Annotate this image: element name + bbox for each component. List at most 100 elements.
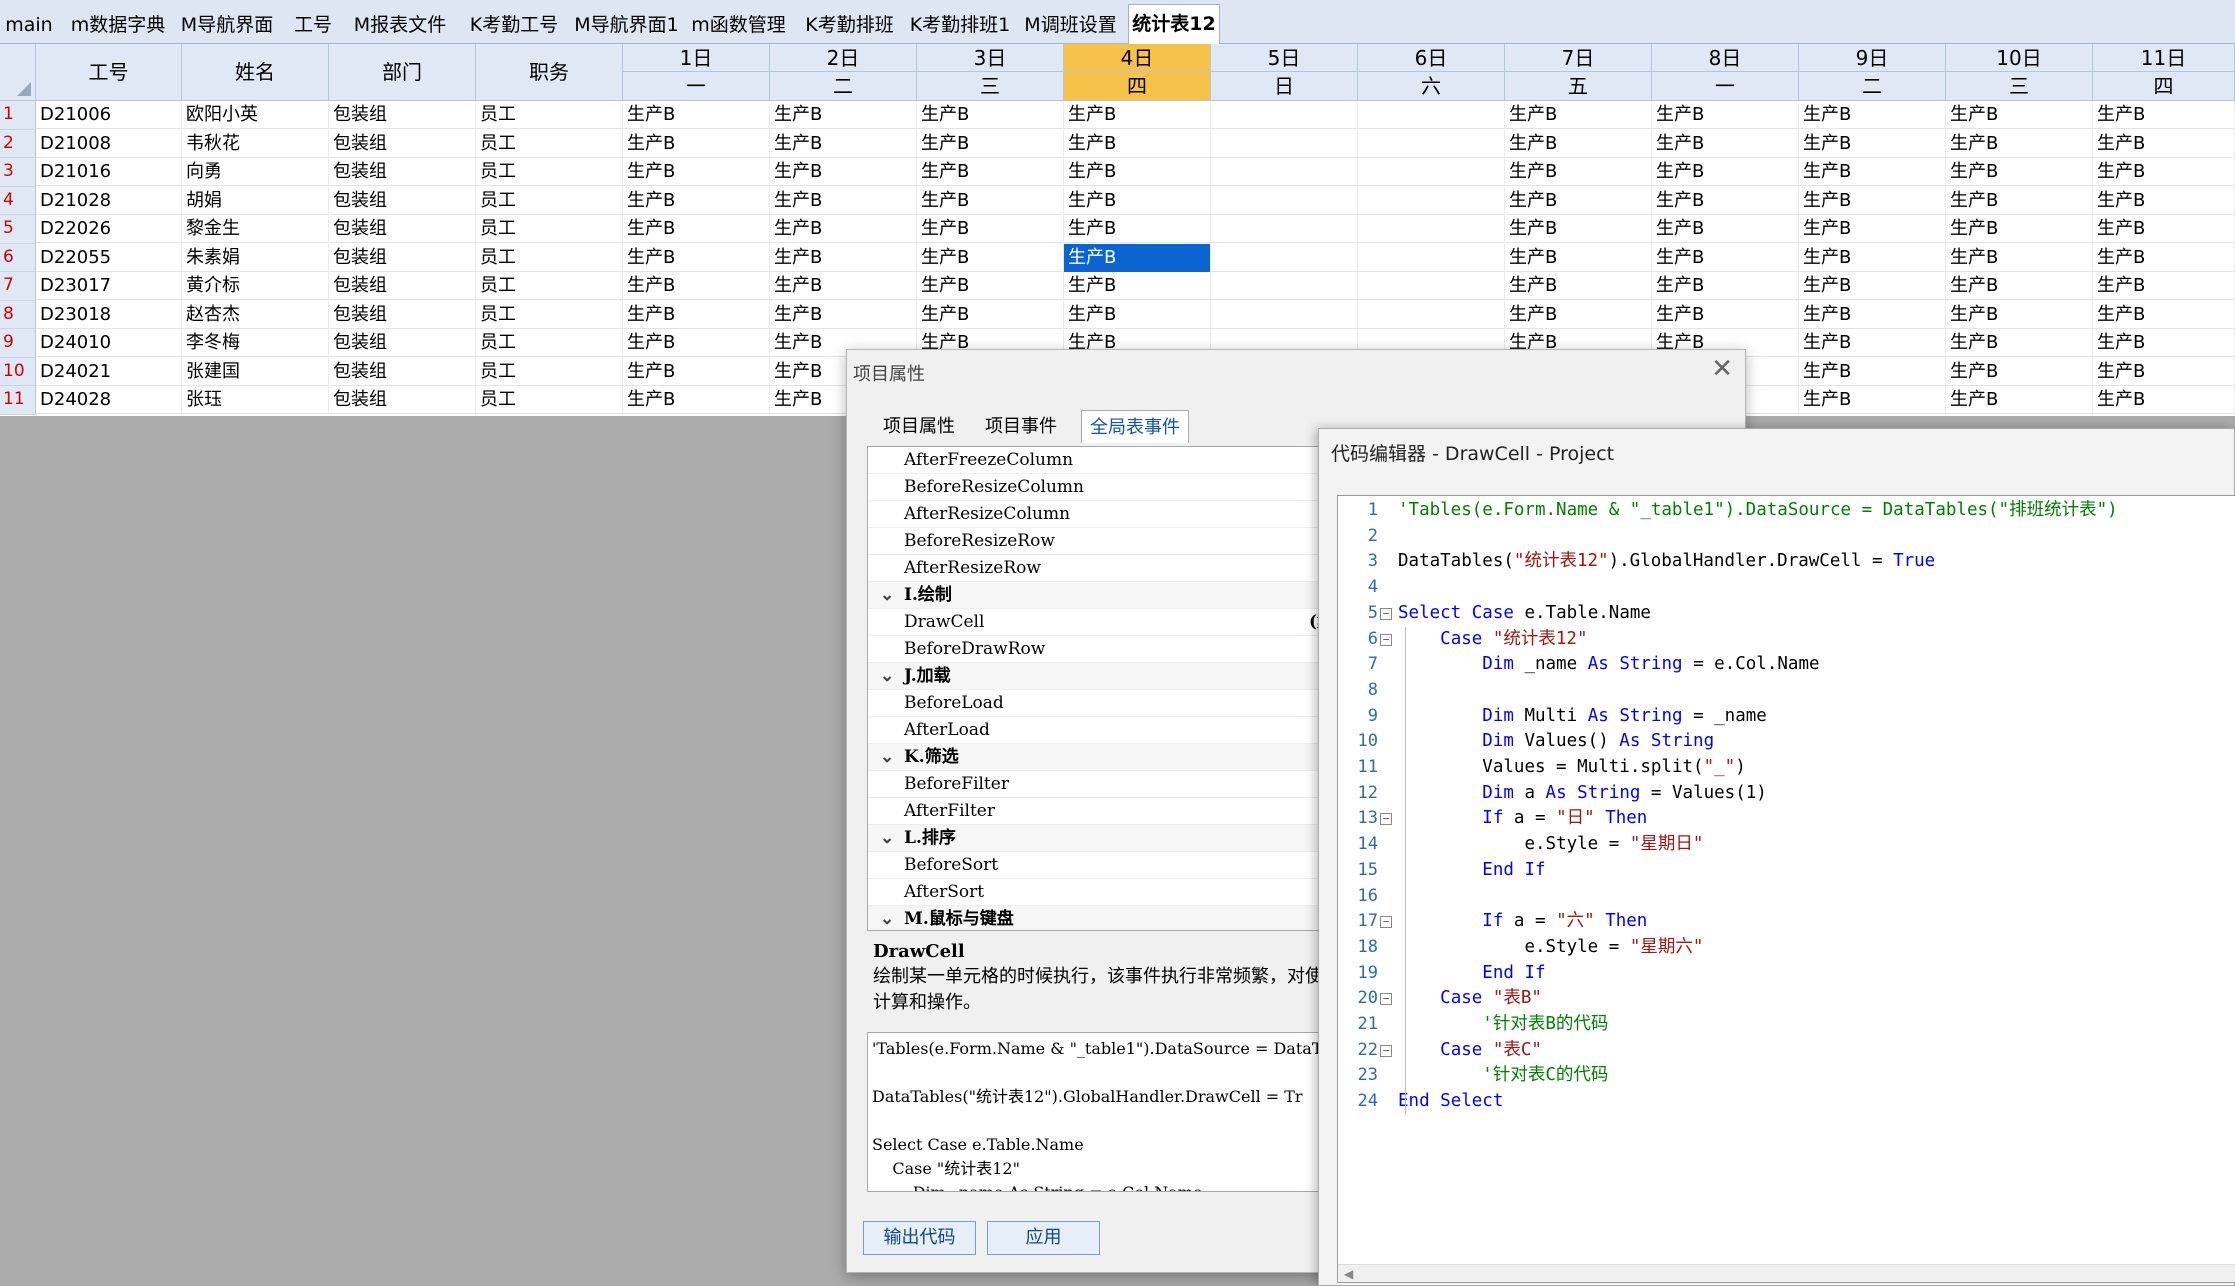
grid-cell[interactable]: 员工 <box>476 215 623 243</box>
grid-cell[interactable]: 生产B <box>1946 215 2093 243</box>
apply-button[interactable]: 应用 <box>987 1221 1100 1255</box>
weekday-header[interactable]: 二 <box>1799 72 1946 101</box>
grid-cell[interactable]: 生产B <box>1799 101 1946 129</box>
grid-cell[interactable]: 员工 <box>476 272 623 300</box>
grid-cell[interactable]: 生产B <box>1946 158 2093 186</box>
table-row[interactable]: D22026 黎金生 包装组 员工 生产B 生产B 生产B 生产B 生产B 生产B 生产B 生产B 生产… <box>36 215 2235 243</box>
grid-cell[interactable]: 生产B <box>1652 272 1799 300</box>
row-number[interactable]: 3 <box>0 158 36 187</box>
sheet-tab[interactable]: M导航界面1 <box>573 6 680 44</box>
grid-cell[interactable]: 生产B <box>1064 243 1211 272</box>
day-header[interactable]: 10日 <box>1946 44 2093 72</box>
code-line[interactable]: Case "表B" <box>1398 986 1542 1012</box>
grid-cell[interactable]: 生产B <box>917 215 1064 243</box>
row-number[interactable]: 6 <box>0 243 36 272</box>
weekday-header[interactable]: 一 <box>623 72 770 101</box>
grid-cell[interactable]: D23017 <box>36 272 182 300</box>
row-number[interactable]: 7 <box>0 272 36 301</box>
grid-cell[interactable]: 生产B <box>1505 243 1652 272</box>
grid-cell[interactable]: 生产B <box>1946 186 2093 215</box>
grid-cell[interactable]: 生产B <box>770 158 917 186</box>
grid-cell[interactable]: 生产B <box>2093 101 2235 129</box>
grid-cell[interactable]: 员工 <box>476 186 623 215</box>
code-line[interactable]: 'Tables(e.Form.Name & "_table1").DataSou… <box>1398 498 2118 524</box>
day-header[interactable]: 5日 <box>1211 44 1358 72</box>
grid-cell[interactable]: 包装组 <box>329 215 476 243</box>
grid-cell[interactable]: 生产B <box>1652 158 1799 186</box>
grid-cell[interactable]: 包装组 <box>329 329 476 357</box>
weekday-header[interactable]: 三 <box>1946 72 2093 101</box>
grid-cell[interactable]: 生产B <box>1946 272 2093 300</box>
grid-cell[interactable]: 生产B <box>2093 386 2235 414</box>
grid-cell[interactable] <box>1358 158 1505 186</box>
code-line[interactable]: Case "表C" <box>1398 1038 1542 1064</box>
collapse-icon[interactable]: − <box>1380 916 1392 929</box>
grid-cell[interactable]: 张建国 <box>182 357 329 386</box>
grid-cell[interactable] <box>1211 300 1358 329</box>
code-line[interactable]: e.Style = "星期六" <box>1398 935 1703 961</box>
grid-cell[interactable]: 生产B <box>2093 272 2235 300</box>
code-line[interactable]: If a = "六" Then <box>1398 909 1647 935</box>
grid-cell[interactable]: 生产B <box>917 129 1064 158</box>
grid-cell[interactable]: 员工 <box>476 158 623 186</box>
grid-cell[interactable]: 包装组 <box>329 300 476 329</box>
grid-cell[interactable]: 包装组 <box>329 129 476 158</box>
grid-cell[interactable]: D24028 <box>36 386 182 414</box>
day-header[interactable]: 7日 <box>1505 44 1652 72</box>
grid-cell[interactable]: D23018 <box>36 300 182 329</box>
grid-cell[interactable]: D22026 <box>36 215 182 243</box>
day-header[interactable]: 11日 <box>2093 44 2235 72</box>
grid-cell[interactable]: 生产B <box>1799 158 1946 186</box>
grid-cell[interactable]: 生产B <box>917 101 1064 129</box>
grid-cell[interactable]: D21028 <box>36 186 182 215</box>
column-header[interactable]: 职务 <box>476 44 623 101</box>
grid-cell[interactable]: 生产B <box>1505 300 1652 329</box>
table-row[interactable]: D23018 赵杏杰 包装组 员工 生产B 生产B 生产B 生产B 生产B 生产B 生产B 生产B 生产… <box>36 300 2235 329</box>
grid-cell[interactable]: 包装组 <box>329 357 476 386</box>
code-line[interactable]: End Select <box>1398 1089 1503 1115</box>
grid-cell[interactable]: 生产B <box>2093 186 2235 215</box>
row-number[interactable]: 1 <box>0 101 36 130</box>
code-line[interactable]: '针对表C的代码 <box>1398 1063 1608 1089</box>
grid-cell[interactable] <box>1358 215 1505 243</box>
grid-cell[interactable]: 生产B <box>917 158 1064 186</box>
grid-cell[interactable]: 生产B <box>917 243 1064 272</box>
table-row[interactable]: D23017 黄介标 包装组 员工 生产B 生产B 生产B 生产B 生产B 生产B 生产B 生产B 生产… <box>36 272 2235 300</box>
code-line[interactable]: End If <box>1398 961 1545 987</box>
grid-cell[interactable]: 生产B <box>1064 215 1211 243</box>
grid-cell[interactable]: D21008 <box>36 129 182 158</box>
row-number[interactable]: 5 <box>0 215 36 244</box>
weekday-header[interactable]: 二 <box>770 72 917 101</box>
grid-cell[interactable]: 生产B <box>1064 300 1211 329</box>
grid-cell[interactable]: 黄介标 <box>182 272 329 300</box>
code-line[interactable]: Select Case e.Table.Name <box>1398 601 1651 627</box>
grid-cell[interactable]: 生产B <box>1064 186 1211 215</box>
grid-cell[interactable]: 生产B <box>1946 329 2093 357</box>
grid-cell[interactable]: 生产B <box>1946 101 2093 129</box>
grid-cell[interactable]: 生产B <box>2093 158 2235 186</box>
grid-cell[interactable]: 生产B <box>1652 129 1799 158</box>
grid-cell[interactable]: 朱素娟 <box>182 243 329 272</box>
collapse-icon[interactable]: − <box>1380 813 1392 826</box>
code-area[interactable]: ◀ 1 'Tables(e.Form.Name & "_table1").Data… <box>1337 495 2235 1283</box>
day-header[interactable]: 4日 <box>1064 44 1211 72</box>
row-number[interactable]: 9 <box>0 329 36 358</box>
grid-cell[interactable]: 生产B <box>623 357 770 386</box>
grid-cell[interactable]: 生产B <box>2093 129 2235 158</box>
grid-cell[interactable] <box>1211 101 1358 129</box>
grid-cell[interactable]: 生产B <box>770 243 917 272</box>
grid-cell[interactable] <box>1358 186 1505 215</box>
day-header[interactable]: 3日 <box>917 44 1064 72</box>
grid-cell[interactable] <box>1211 186 1358 215</box>
grid-cell[interactable]: 生产B <box>1652 101 1799 129</box>
sheet-tab[interactable]: M导航界面 <box>175 6 279 44</box>
sheet-tab[interactable]: main <box>0 6 58 44</box>
grid-cell[interactable]: 包装组 <box>329 272 476 300</box>
grid-cell[interactable]: 生产B <box>1064 129 1211 158</box>
grid-cell[interactable]: 生产B <box>623 329 770 357</box>
grid-cell[interactable]: D24021 <box>36 357 182 386</box>
weekday-header[interactable]: 六 <box>1358 72 1505 101</box>
code-line[interactable]: If a = "日" Then <box>1398 806 1647 832</box>
grid-cell[interactable] <box>1211 243 1358 272</box>
scroll-left-icon[interactable]: ◀ <box>1344 1267 1353 1281</box>
